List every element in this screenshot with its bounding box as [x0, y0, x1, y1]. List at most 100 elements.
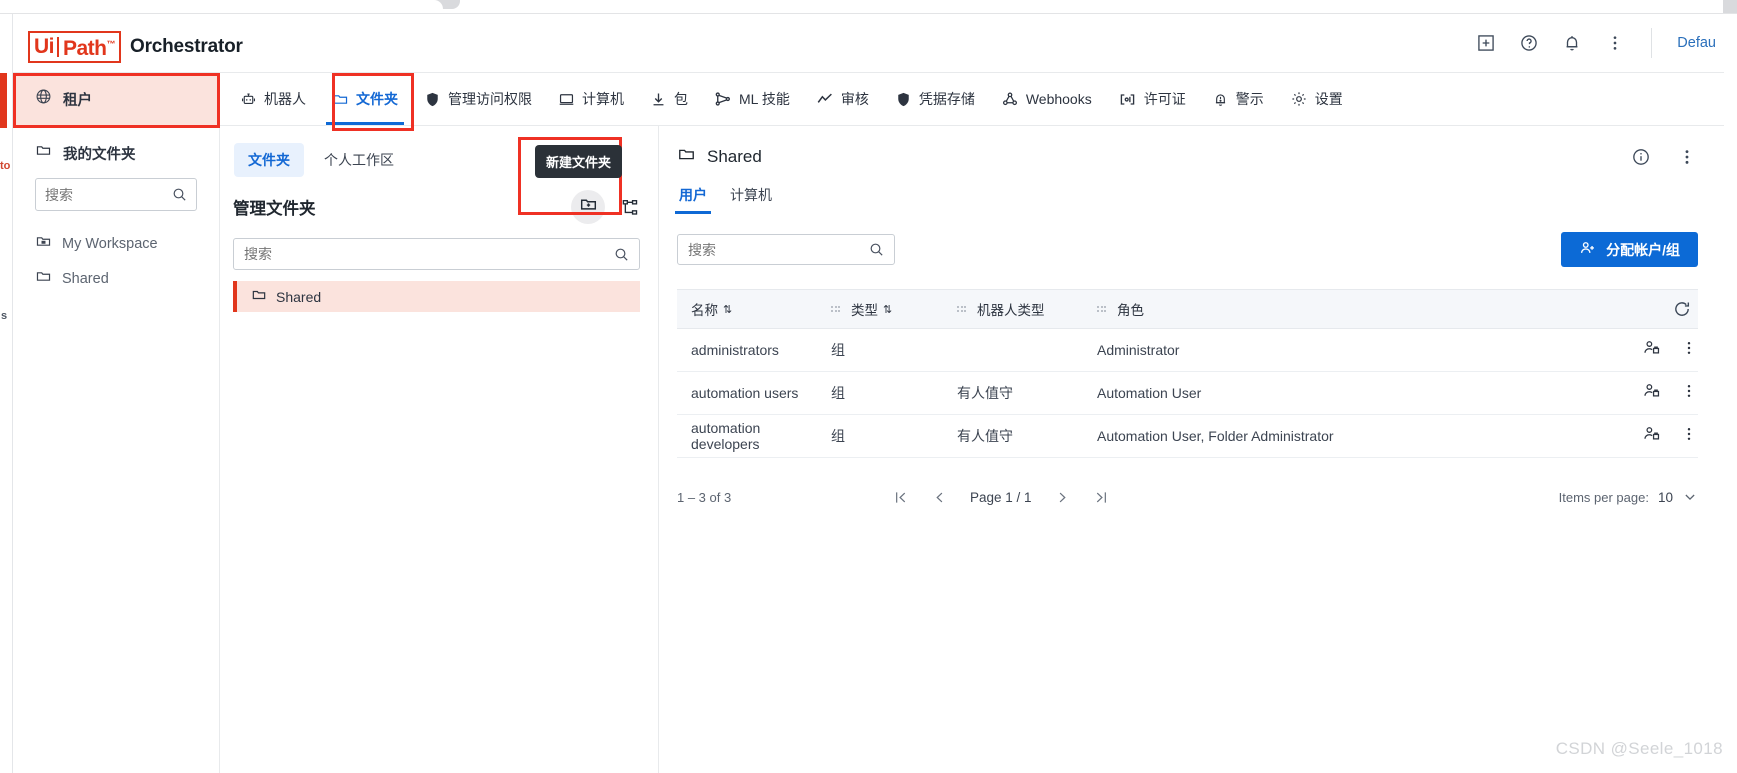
edge-fragment-mid: s [1, 310, 8, 322]
nav-tenant-button[interactable]: 租户 [13, 73, 220, 125]
cell-role: Administrator [1097, 342, 1180, 358]
chevron-down-icon[interactable] [1682, 489, 1698, 505]
sort-icon[interactable]: ⇅ [723, 303, 732, 316]
assign-account-group-button[interactable]: 分配帐户/组 [1561, 232, 1698, 267]
chevron-left-icon[interactable] [931, 489, 948, 506]
tab-users[interactable]: 用户 [675, 185, 711, 214]
folder-tree: Shared [233, 281, 640, 312]
nav-item-audit[interactable]: 审核 [803, 73, 882, 125]
content-search[interactable] [677, 234, 895, 265]
table-row[interactable]: automation developers 组 有人值守 Automation … [677, 415, 1698, 458]
main-nav: 租户 机器人 文件夹 管理访问权限 计算机 包 ML 技能 审核 凭据存储 We… [13, 73, 1724, 126]
items-per-page[interactable]: Items per page: 10 [1559, 489, 1698, 505]
annotation-left-bar [0, 73, 7, 128]
tenant-selector-label[interactable]: Defau [1677, 35, 1716, 51]
column-header-type[interactable]: 类型 ⇅ [831, 299, 957, 319]
more-vertical-icon[interactable] [1604, 32, 1626, 54]
column-grip-icon[interactable] [957, 306, 967, 312]
cell-name: administrators [691, 342, 779, 358]
folders-actions [571, 190, 640, 224]
nav-label: 审核 [840, 91, 869, 107]
column-header-role[interactable]: 角色 [1097, 299, 1527, 319]
nav-item-machines[interactable]: 计算机 [545, 73, 637, 125]
panel-title: 管理文件夹 [233, 200, 316, 218]
cell-role: Automation User, Folder Administrator [1097, 428, 1334, 444]
refresh-icon[interactable] [1672, 299, 1692, 319]
page-last-icon[interactable] [1093, 489, 1110, 506]
sort-icon[interactable]: ⇅ [883, 303, 892, 316]
new-folder-button[interactable] [571, 190, 605, 224]
nav-label: 文件夹 [356, 91, 398, 107]
table-row[interactable]: automation users 组 有人值守 Automation User [677, 372, 1698, 415]
search-input[interactable] [45, 186, 173, 203]
logo-tm: ™ [106, 39, 116, 49]
column-header-name[interactable]: 名称 ⇅ [677, 299, 831, 319]
pagination-nav: Page 1 / 1 [892, 489, 1110, 506]
nav-item-alerts[interactable]: 警示 [1199, 73, 1277, 125]
tab-folders[interactable]: 文件夹 [234, 143, 304, 177]
hierarchy-icon[interactable] [621, 198, 640, 217]
row-more-icon[interactable] [1680, 339, 1698, 362]
monitor-icon [558, 91, 575, 108]
nav-item-license[interactable]: 许可证 [1105, 73, 1199, 125]
nav-item-robots[interactable]: 机器人 [227, 73, 319, 125]
info-icon[interactable] [1630, 146, 1652, 168]
cell-robot-type: 有人值守 [957, 385, 1013, 401]
bell-icon[interactable] [1561, 32, 1583, 54]
pagination-count: 1 – 3 of 3 [677, 489, 732, 505]
nav-item-credential-store[interactable]: 凭据存储 [882, 73, 988, 125]
sidebar-search[interactable] [35, 178, 197, 211]
nav-label: Webhooks [1025, 91, 1092, 107]
pagination-page-label: Page 1 / 1 [970, 489, 1032, 505]
folder-tree-item-shared[interactable]: Shared [233, 281, 640, 312]
column-header-robot-type[interactable]: 机器人类型 [957, 299, 1097, 319]
assign-button-label: 分配帐户/组 [1606, 241, 1680, 258]
tab-personal-workspaces[interactable]: 个人工作区 [310, 143, 408, 177]
column-grip-icon[interactable] [1097, 306, 1107, 312]
table-row[interactable]: administrators 组 Administrator [677, 329, 1698, 372]
nav-item-ml-skills[interactable]: ML 技能 [701, 73, 803, 125]
edit-user-icon[interactable] [1642, 381, 1661, 405]
sidebar-item-shared[interactable]: Shared [13, 261, 219, 296]
logo-box: Ui Path™ [28, 31, 122, 63]
search-icon[interactable] [613, 246, 630, 263]
search-icon[interactable] [171, 186, 188, 203]
edit-user-icon[interactable] [1642, 338, 1661, 362]
chevron-right-icon[interactable] [1054, 489, 1071, 506]
product-name: Orchestrator [130, 36, 243, 57]
nav-item-settings[interactable]: 设置 [1277, 73, 1356, 125]
app-header: Ui Path™ Orchestrator Defau [13, 14, 1724, 73]
edit-user-icon[interactable] [1642, 424, 1661, 448]
sidebar-item-my-workspace[interactable]: My Workspace [13, 226, 219, 261]
help-icon[interactable] [1518, 32, 1540, 54]
nav-item-webhooks[interactable]: Webhooks [988, 73, 1105, 125]
column-label: 机器人类型 [977, 303, 1045, 318]
folders-search[interactable] [233, 238, 640, 270]
page-right-strip [1724, 14, 1737, 773]
search-input[interactable] [244, 246, 614, 262]
column-grip-icon[interactable] [831, 306, 841, 312]
tab-machines[interactable]: 计算机 [730, 185, 772, 214]
nav-item-manage-access[interactable]: 管理访问权限 [411, 73, 545, 125]
browser-tab[interactable] [0, 0, 443, 9]
more-vertical-icon[interactable] [1676, 146, 1698, 168]
nav-item-packages[interactable]: 包 [637, 73, 701, 125]
search-icon[interactable] [868, 241, 885, 258]
nav-item-folders[interactable]: 文件夹 [319, 73, 411, 125]
content-tabs: 用户 计算机 [659, 169, 1724, 214]
sidebar-item-label: My Workspace [62, 235, 158, 252]
globe-icon [35, 88, 52, 110]
browser-chrome-right [1723, 0, 1737, 14]
folder-icon [35, 268, 52, 289]
header-actions: Defau [1475, 14, 1716, 72]
grid-plus-icon[interactable] [1475, 32, 1497, 54]
content-title: Shared [677, 145, 762, 169]
search-input[interactable] [688, 241, 863, 258]
row-more-icon[interactable] [1680, 425, 1698, 448]
column-label: 名称 [691, 303, 718, 318]
row-actions [1642, 338, 1698, 362]
row-more-icon[interactable] [1680, 382, 1698, 405]
page-first-icon[interactable] [892, 489, 909, 506]
alert-bell-icon [1212, 91, 1229, 108]
users-table: 名称 ⇅ 类型 ⇅ 机器人类型 角色 administrators 组 Admi… [677, 289, 1698, 458]
